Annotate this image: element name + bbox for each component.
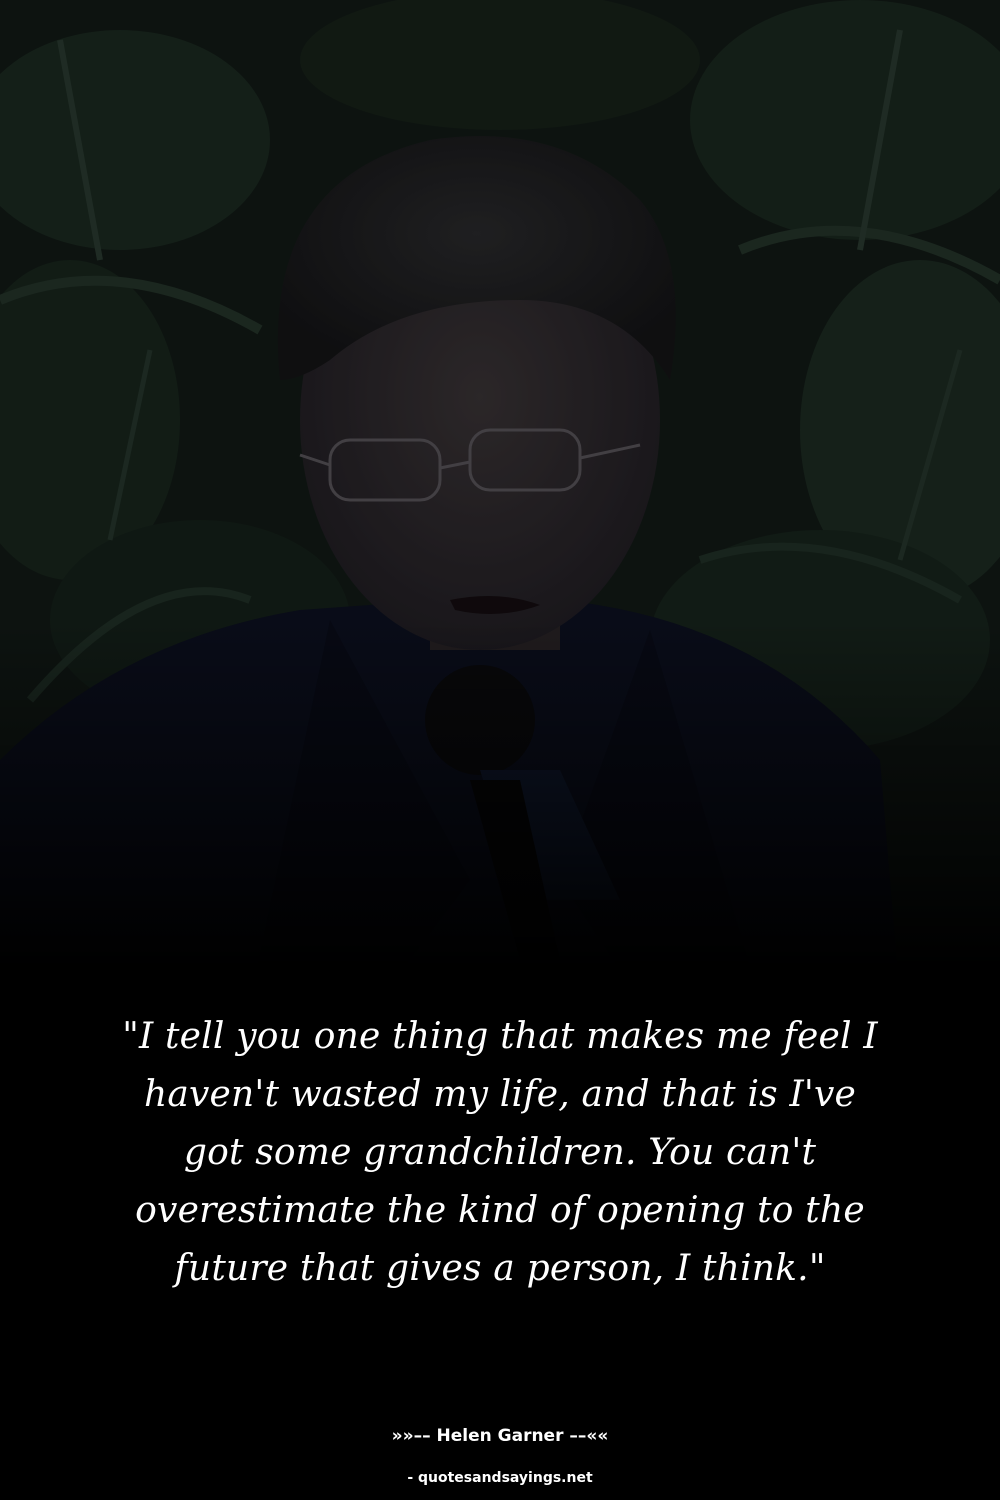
quote-text: "I tell you one thing that makes me feel… (122, 1016, 878, 1289)
photo-fade-overlay (0, 0, 1000, 1000)
quote-card: "I tell you one thing that makes me feel… (0, 0, 1000, 1500)
author-attribution: »»–– Helen Garner ––«« (391, 1426, 609, 1446)
source-site: - quotesandsayings.net (407, 1470, 593, 1486)
